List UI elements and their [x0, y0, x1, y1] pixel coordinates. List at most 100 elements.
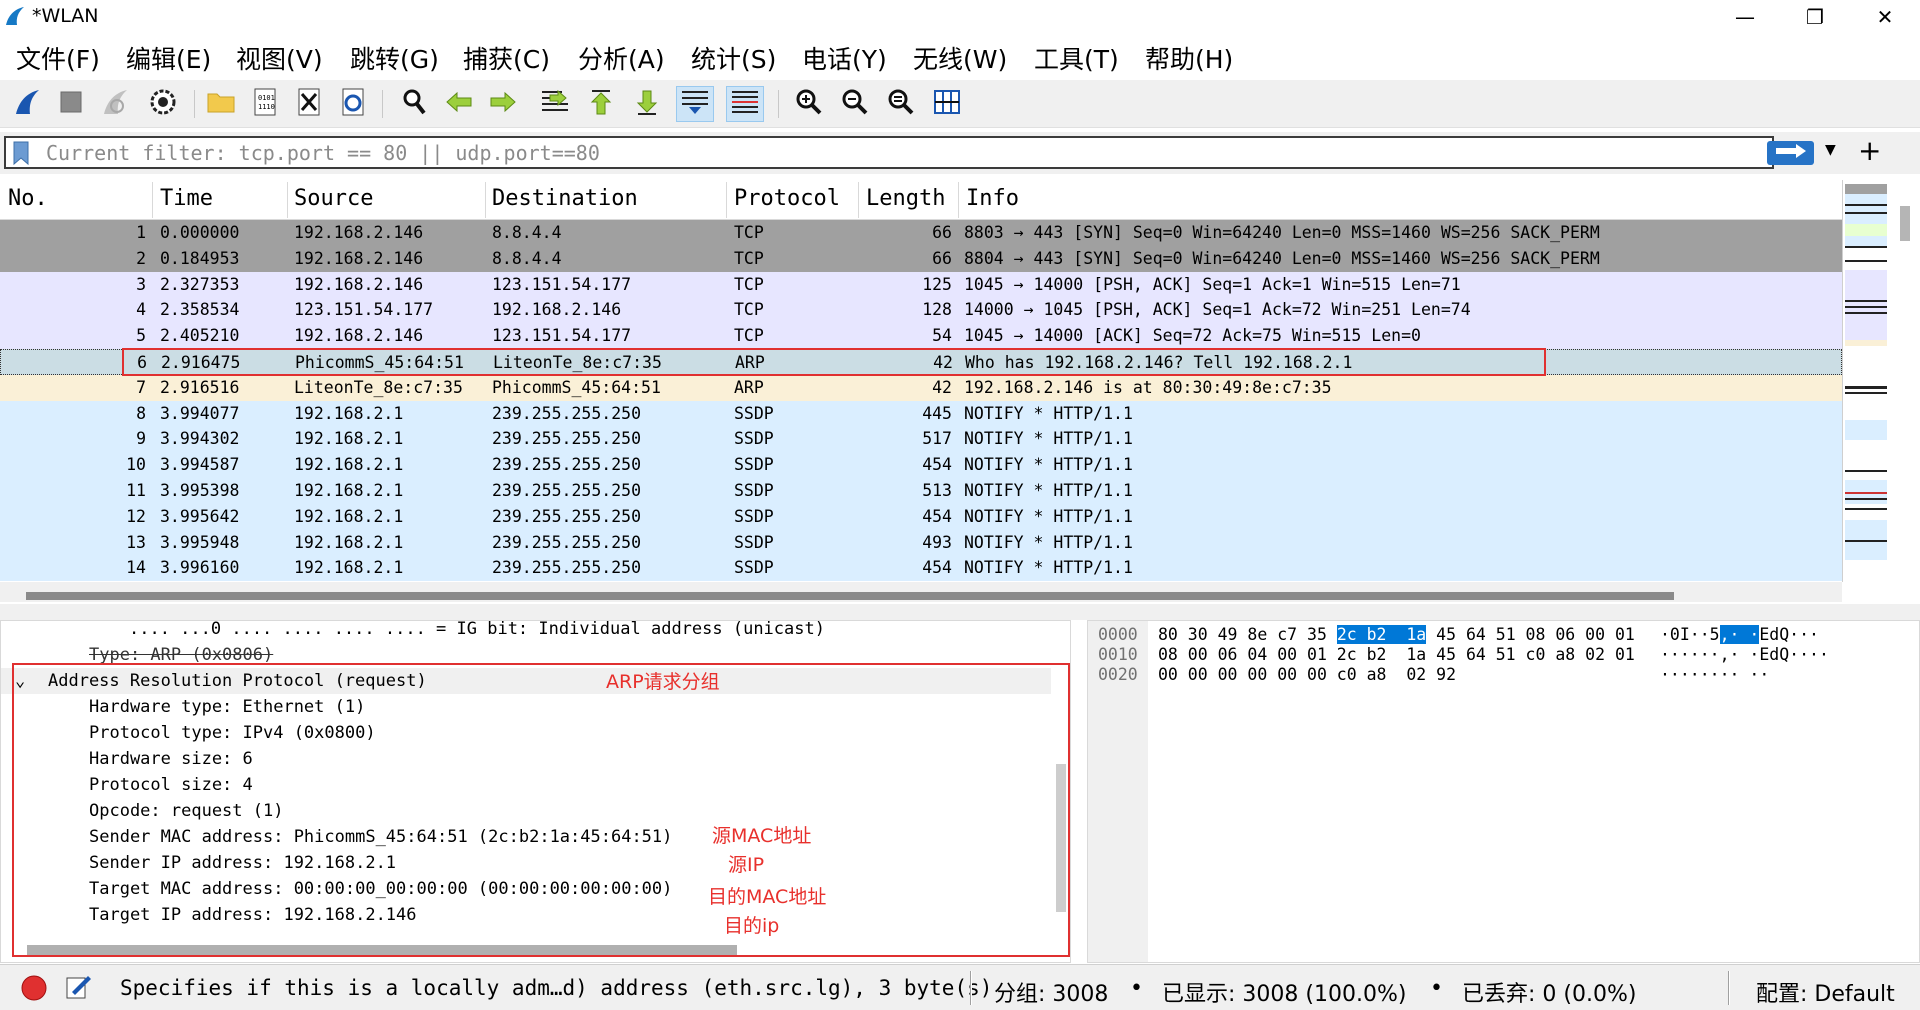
- menu-view[interactable]: 视图(V): [236, 40, 323, 76]
- status-dropped: 已丢弃: 0 (0.0%): [1462, 982, 1637, 1007]
- restart-capture-button[interactable]: [96, 86, 134, 122]
- maximize-button[interactable]: ❐: [1780, 0, 1850, 34]
- stop-capture-button[interactable]: [52, 86, 90, 122]
- chevron-down-icon: ▼: [1825, 142, 1836, 158]
- packet-row[interactable]: 14 3.996160 192.168.2.1 239.255.255.250 SSDP…: [0, 555, 1842, 582]
- filter-history-dropdown[interactable]: ▼: [1825, 142, 1836, 158]
- annotation-arp-group: ARP请求分组: [606, 671, 720, 693]
- arp-request-highlight-box: [122, 348, 1546, 376]
- close-file-button[interactable]: [290, 86, 328, 122]
- close-window-button[interactable]: ✕: [1850, 0, 1920, 34]
- packet-minimap[interactable]: [1842, 180, 1888, 582]
- zoom-out-button[interactable]: [836, 86, 874, 122]
- colorize-button[interactable]: [726, 86, 764, 122]
- resize-columns-button[interactable]: [928, 86, 966, 122]
- hex-bytes-line[interactable]: 08 00 06 04 00 01 2c b2 1a 45 64 51 c0 a…: [1158, 645, 1635, 665]
- packet-row[interactable]: 4 2.358534 123.151.54.177 192.168.2.146 TCP 1…: [0, 297, 1842, 324]
- hex-ascii-line[interactable]: ········ ··: [1660, 665, 1769, 685]
- packet-row[interactable]: 5 2.405210 192.168.2.146 123.151.54.177 TCP 5…: [0, 323, 1842, 350]
- cell-length: 513: [922, 481, 952, 500]
- open-file-button[interactable]: [202, 86, 240, 122]
- cell-destination: 239.255.255.250: [492, 429, 642, 449]
- packet-row[interactable]: 9 3.994302 192.168.2.1 239.255.255.250 SSDP 5…: [0, 426, 1842, 453]
- edit-comment-icon[interactable]: [64, 972, 92, 1004]
- start-capture-button[interactable]: [8, 86, 46, 122]
- bookmark-icon[interactable]: [12, 140, 30, 170]
- status-packets: 分组: 3008: [994, 982, 1109, 1007]
- hex-bytes-line[interactable]: 80 30 49 8e c7 35 2c b2 1a 45 64 51 08 0…: [1158, 625, 1635, 645]
- menu-statistics[interactable]: 统计(S): [691, 40, 776, 76]
- go-first-button[interactable]: [582, 86, 620, 122]
- hex-ascii-line[interactable]: ······,· ·EdQ····: [1660, 645, 1829, 665]
- menu-go[interactable]: 跳转(G): [350, 40, 439, 76]
- column-header-time[interactable]: Time: [160, 186, 213, 211]
- cell-protocol: SSDP: [734, 403, 774, 423]
- menu-tools[interactable]: 工具(T): [1034, 40, 1119, 76]
- cell-info: NOTIFY * HTTP/1.1: [964, 455, 1133, 475]
- packet-row[interactable]: 2 0.184953 192.168.2.146 8.8.4.4 TCP 66 8804 →…: [0, 245, 1842, 272]
- packet-row[interactable]: 13 3.995948 192.168.2.1 239.255.255.250 SSDP…: [0, 529, 1842, 556]
- menu-wireless[interactable]: 无线(W): [913, 40, 1007, 76]
- hex-bytes-line[interactable]: 00 00 00 00 00 00 c0 a8 02 92: [1158, 665, 1456, 685]
- menu-edit[interactable]: 编辑(E): [126, 40, 211, 76]
- cell-time: 3.995642: [160, 506, 240, 526]
- cell-length: 454: [922, 558, 952, 578]
- minimize-button[interactable]: —: [1710, 0, 1780, 34]
- go-forward-button[interactable]: [484, 86, 522, 122]
- restart-capture-icon: [101, 88, 129, 120]
- hex-ascii-line[interactable]: ·0I··5,· ·EdQ···: [1660, 625, 1819, 645]
- zoom-normal-button[interactable]: [882, 86, 920, 122]
- status-dot: •: [1430, 976, 1443, 1001]
- go-back-button[interactable]: [440, 86, 478, 122]
- packet-row[interactable]: 11 3.995398 192.168.2.1 239.255.255.250 SSDP…: [0, 478, 1842, 504]
- packet-row[interactable]: 10 3.994587 192.168.2.1 239.255.255.250 SSDP…: [0, 452, 1842, 479]
- packet-row[interactable]: 8 3.994077 192.168.2.1 239.255.255.250 SSDP 4…: [0, 400, 1842, 427]
- packet-row[interactable]: 12 3.995642 192.168.2.1 239.255.255.250 SSDP…: [0, 503, 1842, 530]
- cell-destination: 239.255.255.250: [492, 403, 642, 423]
- zoom-in-button[interactable]: [790, 86, 828, 122]
- cell-info: NOTIFY * HTTP/1.1: [964, 506, 1133, 526]
- cell-time: 3.996160: [160, 558, 240, 578]
- find-packet-button[interactable]: [396, 86, 434, 122]
- cell-time: 0.000000: [160, 223, 240, 242]
- display-filter-input[interactable]: [46, 140, 1726, 166]
- go-last-button[interactable]: [628, 86, 666, 122]
- pane-splitter[interactable]: [0, 604, 1920, 620]
- column-header-no[interactable]: No.: [8, 186, 48, 211]
- capture-options-button[interactable]: [144, 86, 182, 122]
- cell-no: 10: [126, 455, 146, 475]
- column-header-info[interactable]: Info: [966, 186, 1019, 211]
- svg-text:1110: 1110: [258, 103, 275, 111]
- cell-no: 12: [126, 506, 146, 526]
- column-header-source[interactable]: Source: [294, 186, 373, 211]
- file-binary-button[interactable]: 0101 1110: [246, 86, 284, 122]
- column-header-destination[interactable]: Destination: [492, 186, 638, 211]
- packet-row[interactable]: 1 0.000000 192.168.2.146 8.8.4.4 TCP 66 8803 →…: [0, 220, 1842, 246]
- menu-file[interactable]: 文件(F): [16, 40, 100, 76]
- detail-line[interactable]: .... ...0 .... .... .... .... = IG bit: …: [1, 621, 1051, 642]
- column-header-length[interactable]: Length: [866, 186, 945, 211]
- zoom-out-icon: [841, 88, 869, 120]
- status-profile[interactable]: 配置: Default: [1756, 976, 1895, 1008]
- reload-file-button[interactable]: [334, 86, 372, 122]
- menu-telephony[interactable]: 电话(Y): [802, 40, 887, 76]
- cell-no: 9: [136, 429, 146, 449]
- capture-status-icon[interactable]: [20, 974, 48, 1006]
- packet-row[interactable]: 7 2.916516 LiteonTe_8e:c7:35 PhicommS_45:64…: [0, 374, 1842, 401]
- menu-capture[interactable]: 捕获(C): [463, 40, 550, 76]
- cell-no: 2: [136, 248, 146, 268]
- menu-help[interactable]: 帮助(H): [1145, 40, 1233, 76]
- menu-analyze[interactable]: 分析(A): [578, 40, 665, 76]
- cell-protocol: ARP: [734, 377, 764, 397]
- packet-row[interactable]: 3 2.327353 192.168.2.146 123.151.54.177 TCP 1…: [0, 271, 1842, 298]
- apply-filter-button[interactable]: [1767, 141, 1814, 165]
- go-to-packet-button[interactable]: [536, 86, 574, 122]
- packet-list-scroll-thumb[interactable]: [1900, 206, 1910, 241]
- cell-source: 192.168.2.1: [294, 403, 404, 423]
- add-filter-button[interactable]: +: [1858, 134, 1881, 167]
- arp-section-annotation-box: [12, 663, 1070, 957]
- toolbar-separator: [194, 90, 195, 118]
- auto-scroll-button[interactable]: [676, 86, 714, 122]
- column-header-protocol[interactable]: Protocol: [734, 186, 840, 211]
- packet-list-horizontal-thumb[interactable]: [26, 592, 1674, 600]
